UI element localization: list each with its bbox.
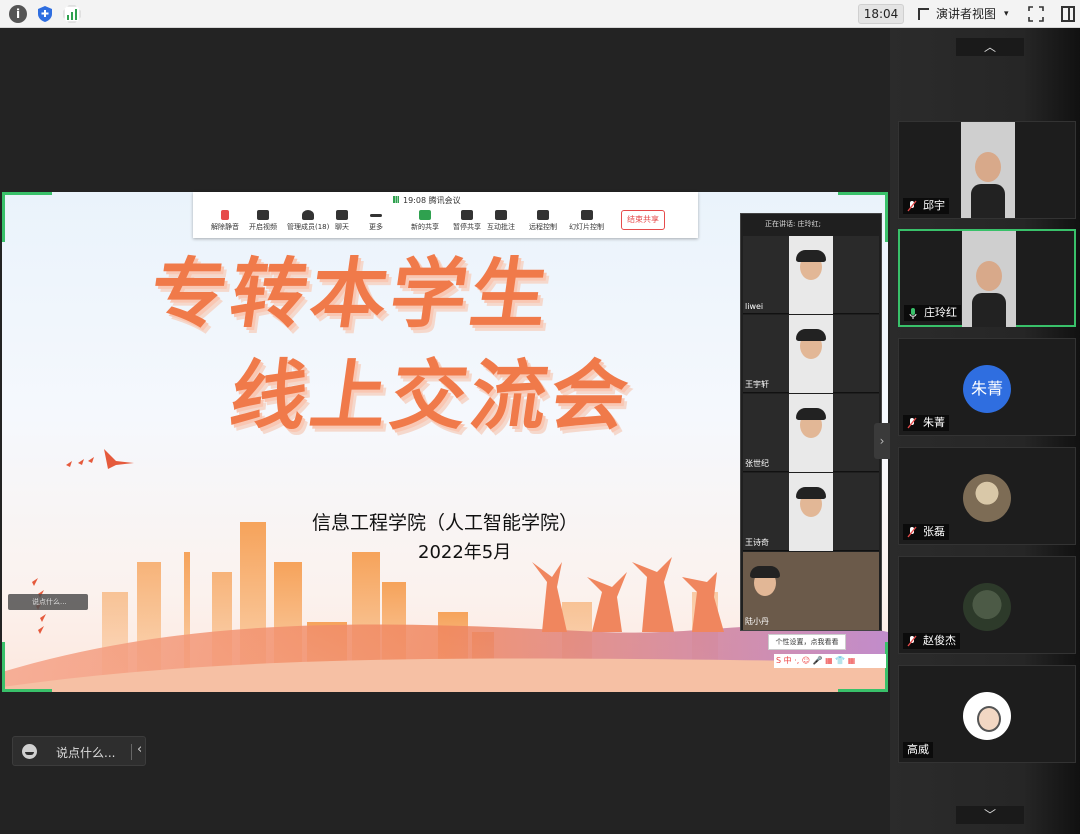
participant-name: 朱菁 — [903, 415, 949, 431]
chevron-down-icon: ▾ — [1004, 9, 1009, 19]
video-tile[interactable]: liwei — [743, 236, 879, 314]
participant-tile[interactable]: 高威 — [898, 665, 1076, 763]
speaker-view-dropdown[interactable]: 演讲者视图 ▾ — [914, 4, 1018, 24]
participant-video — [789, 394, 833, 472]
video-strip: 正在讲话: 庄玲红; liwei 王宇轩 张世纪 王诗奇 陆小丹 — [740, 213, 882, 631]
annotate-button[interactable]: 互动批注 — [487, 210, 515, 236]
avatar — [963, 692, 1011, 740]
ime-tooltip: 个性设置，点我看看 — [768, 634, 846, 650]
remote-control-button[interactable]: 远程控制 — [529, 210, 557, 236]
avatar: 朱菁 — [963, 365, 1011, 413]
signal-icon — [393, 196, 399, 203]
emoji-icon[interactable] — [22, 744, 37, 759]
participant-name: 高威 — [903, 742, 933, 758]
chevron-up-icon[interactable]: ︿ — [956, 38, 1024, 56]
mic-muted-icon — [907, 635, 917, 647]
mic-active-icon — [909, 308, 917, 319]
ime-toolbar: S 中 ·, ☺ 🎤 ▦ 👕 ▦ — [774, 654, 886, 668]
slide-control-button[interactable]: 幻灯片控制 — [569, 210, 604, 236]
participant-panel: ︿ 邱宇 庄玲红 朱菁 朱菁 张磊 赵俊杰 高威 ﹀ — [890, 28, 1080, 834]
divider — [131, 744, 132, 760]
clock: 18:04 — [858, 4, 904, 24]
speaking-indicator: 正在讲话: 庄玲红; — [765, 220, 821, 228]
start-video-button[interactable]: 开启视频 — [249, 210, 277, 236]
side-panel-icon[interactable] — [1061, 6, 1075, 22]
mic-muted-icon — [907, 526, 917, 538]
bird-flock-icon — [66, 449, 134, 469]
chevron-right-icon[interactable]: › — [874, 423, 890, 459]
participant-tile[interactable]: 邱宇 — [898, 121, 1076, 219]
participant-video — [789, 236, 833, 314]
chevron-left-icon[interactable]: ‹ — [137, 742, 142, 757]
participant-name: 邱宇 — [903, 198, 949, 214]
participant-name: 庄玲红 — [904, 305, 961, 321]
video-tile[interactable]: 陆小丹 — [743, 552, 879, 630]
chat-placeholder: 说点什么... — [56, 746, 116, 760]
participant-tile[interactable]: 赵俊杰 — [898, 556, 1076, 654]
participant-video — [961, 122, 1015, 218]
participant-tile[interactable]: 张磊 — [898, 447, 1076, 545]
fullscreen-icon[interactable] — [1028, 6, 1044, 22]
slide-subtitle: 信息工程学院（人工智能学院） — [312, 512, 579, 534]
pause-share-button[interactable]: 暂停共享 — [453, 210, 481, 236]
info-icon[interactable]: i — [9, 5, 27, 23]
meeting-toolbar: 19:08 腾讯会议 解除静音 开启视频 管理成员(18) 聊天 更多 新的共享… — [193, 192, 698, 238]
chat-button[interactable]: 聊天 — [335, 210, 349, 236]
shared-chat-input: 说点什么... — [8, 594, 88, 610]
participant-tile-active[interactable]: 庄玲红 — [898, 229, 1076, 327]
end-share-button[interactable]: 结束共享 — [621, 210, 665, 230]
slide-title-line1: 专转本学生 — [144, 249, 558, 338]
participant-name: 张磊 — [903, 524, 949, 540]
share-frame-corner — [2, 642, 52, 692]
unmute-button[interactable]: 解除静音 — [211, 210, 239, 236]
avatar — [963, 583, 1011, 631]
chevron-down-icon[interactable]: ﹀ — [956, 806, 1024, 824]
slide-title-line2: 线上交流会 — [224, 351, 638, 440]
manage-members-button[interactable]: 管理成员(18) — [287, 210, 329, 236]
video-tile[interactable]: 王诗奇 — [743, 473, 879, 551]
participant-video — [789, 315, 833, 393]
video-tile[interactable]: 张世纪 — [743, 394, 879, 472]
mic-muted-icon — [907, 200, 917, 212]
shield-icon[interactable] — [36, 5, 54, 23]
new-share-button[interactable]: 新的共享 — [411, 210, 439, 236]
view-label: 演讲者视图 — [936, 7, 997, 21]
mic-muted-icon — [907, 417, 917, 429]
layout-icon — [918, 8, 929, 20]
more-button[interactable]: 更多 — [369, 210, 383, 236]
participant-tile[interactable]: 朱菁 朱菁 — [898, 338, 1076, 436]
top-bar: i 18:04 演讲者视图 ▾ — [0, 0, 1080, 28]
avatar — [963, 474, 1011, 522]
participant-name: 赵俊杰 — [903, 633, 960, 649]
slide-date: 2022年5月 — [418, 542, 512, 563]
meeting-time: 19:08 腾讯会议 — [403, 196, 461, 205]
video-tile[interactable]: 王宇轩 — [743, 315, 879, 393]
chat-input[interactable]: 说点什么... ‹ — [12, 736, 146, 766]
participant-video — [789, 473, 833, 551]
signal-icon — [63, 5, 81, 23]
participant-video — [962, 231, 1016, 327]
share-frame-corner — [2, 192, 52, 242]
